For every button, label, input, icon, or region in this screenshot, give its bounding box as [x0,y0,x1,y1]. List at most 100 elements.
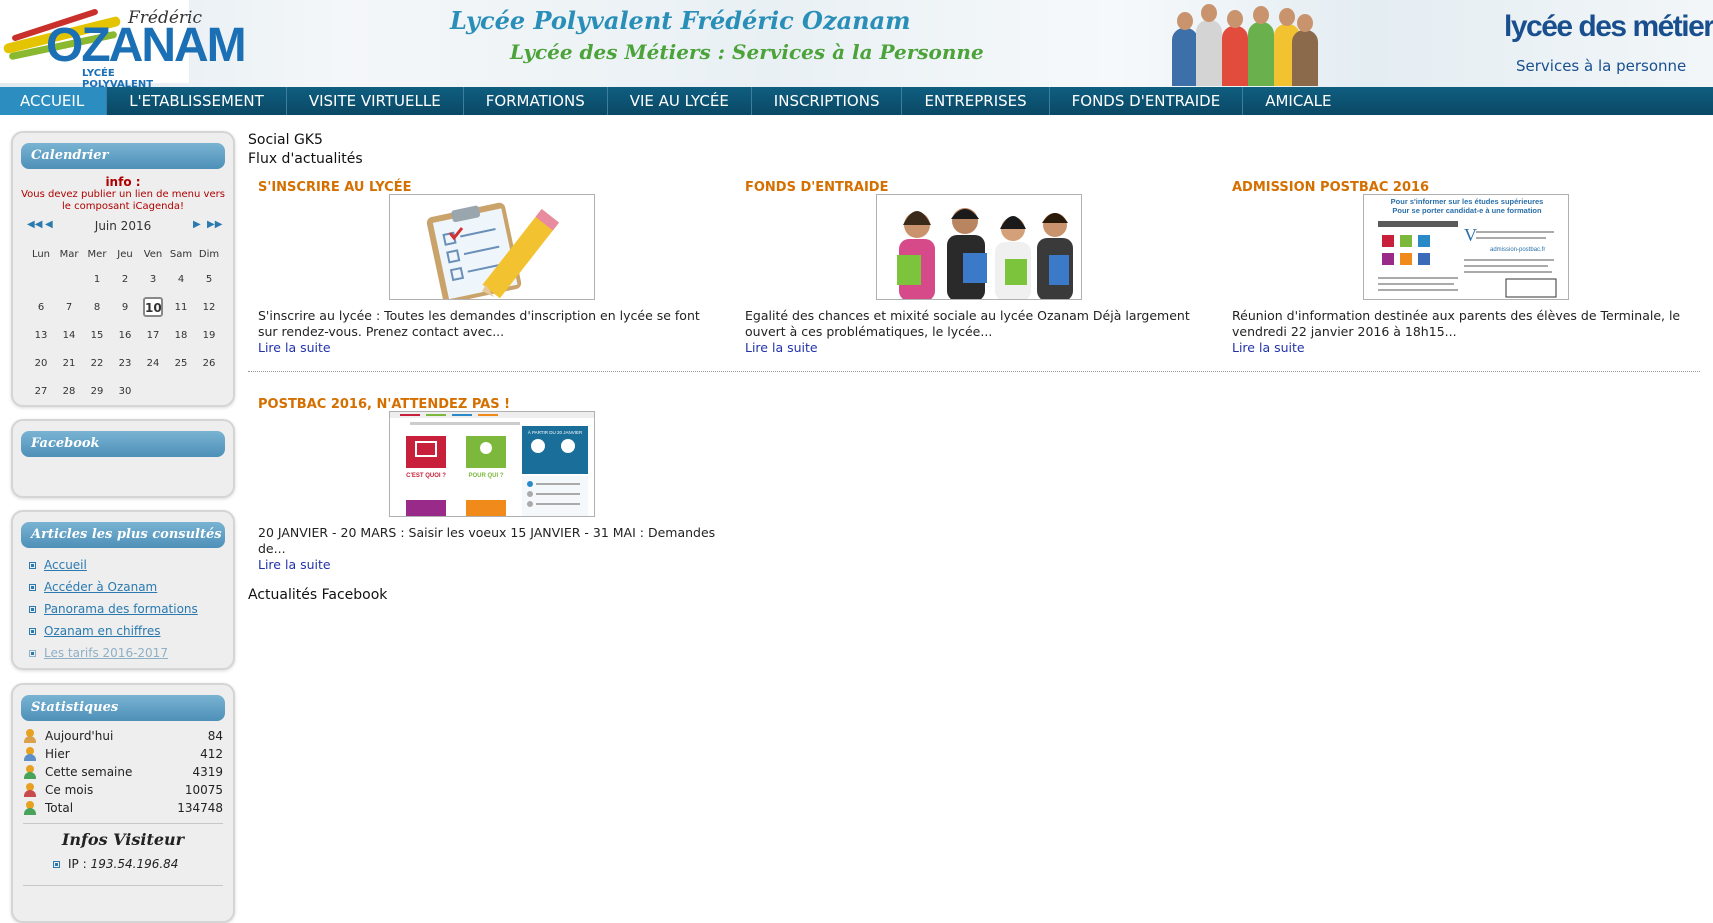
calendar-day[interactable]: 1 [83,265,111,293]
calendar-day[interactable]: 20 [27,349,55,377]
calendar-week: 13 14 15 16 17 18 19 [27,321,223,349]
lycee-des-metiers-logo[interactable]: lycée des métiers Services à la personne [1500,10,1713,80]
stat-row: Total 134748 [23,799,223,817]
next-year-icon[interactable]: ▶▶ [207,219,222,230]
read-more-link[interactable]: Lire la suite [745,340,818,355]
thumb-tile2: POUR QUI ? [468,473,503,479]
nav-item-vie-au-lycee[interactable]: VIE AU LYCÉE [608,87,752,115]
news-divider [248,371,1700,372]
article-link-acceder[interactable]: Accéder à Ozanam [44,580,157,594]
news-item: FONDS D'ENTRAIDE Egalité des chances et … [745,180,1215,355]
list-item: Panorama des formations [29,598,233,620]
calendar-day[interactable]: 15 [83,321,111,349]
calendar-day[interactable]: 22 [83,349,111,377]
calendar-nav: ◀◀ ◀ Juin 2016 ▶ ▶▶ [13,217,233,237]
calendar-info-text: Vous devez publier un lien de menu vers … [21,189,225,212]
calendar-week: 12345 [27,265,223,293]
visitor-info-title: Infos Visiteur [61,830,185,849]
calendar-day[interactable]: 7 [55,293,83,321]
calendar-day[interactable]: 28 [55,377,83,405]
calendar-day[interactable]: 5 [195,265,223,293]
nav-item-formations[interactable]: FORMATIONS [464,87,608,115]
ozanam-logo[interactable]: Frédéric OZANAM LYCÉE POLYVALENT [0,0,247,87]
stat-rows: Aujourd'hui 84 Hier 412 Cette semaine 4319 Ce … [13,727,233,817]
calendar-day[interactable]: 17 [139,321,167,349]
calendar-day[interactable]: 4 [167,265,195,293]
weekday-header: Jeu [117,248,133,260]
stat-row: Ce mois 10075 [23,781,223,799]
calendar-day[interactable]: 18 [167,321,195,349]
list-item: Les tarifs 2016-2017 [29,642,233,664]
calendar-day[interactable]: 26 [195,349,223,377]
list-item: Ozanam en chiffres [29,620,233,642]
calendar-day[interactable]: 27 [27,377,55,405]
stat-row: Aujourd'hui 84 [23,727,223,745]
weekday-header: Mar [59,248,79,260]
bullet-icon [29,583,36,591]
ip-value: 193.54.196.84 [90,857,179,871]
calendar-title: Calendrier [21,143,225,169]
calendar-day[interactable]: 21 [55,349,83,377]
read-more-link[interactable]: Lire la suite [1232,340,1305,355]
thumb-tile1: C'EST QUOI ? [406,473,446,479]
read-more-link[interactable]: Lire la suite [258,557,331,572]
weekday-header: Lun [31,248,51,260]
calendar-week: 6 7 8 9 10 11 12 [27,293,223,321]
article-link-accueil[interactable]: Accueil [44,558,87,572]
next-month-icon[interactable]: ▶ [193,219,201,230]
stat-label: Aujourd'hui [45,729,114,743]
calendar-week: 20 21 22 23 24 25 26 [27,349,223,377]
article-link-tarifs[interactable]: Les tarifs 2016-2017 [44,646,168,660]
calendar-day[interactable]: 19 [195,321,223,349]
news-thumbnail[interactable]: Pour s'informer sur les études supérieur… [1363,194,1569,300]
nav-item-visite-virtuelle[interactable]: VISITE VIRTUELLE [287,87,464,115]
nav-item-accueil[interactable]: ACCUEIL [0,87,108,115]
nav-item-fonds-entraide[interactable]: FONDS D'ENTRAIDE [1050,87,1244,115]
news-excerpt: 20 JANVIER - 20 MARS : Saisir les voeux … [258,525,716,556]
calendar-day[interactable]: 14 [55,321,83,349]
read-more-link[interactable]: Lire la suite [258,340,331,355]
calendar-day[interactable]: 23 [111,349,139,377]
thumb-line2: Pour se porter candidat-e à une formatio… [1392,206,1542,215]
calendar-day[interactable]: 30 [111,377,139,405]
article-link-panorama[interactable]: Panorama des formations [44,602,198,616]
facebook-news-heading: Actualités Facebook [248,587,388,603]
calendar-day[interactable]: 12 [195,293,223,321]
calendar-day[interactable]: 11 [167,293,195,321]
bullet-icon [29,627,36,635]
calendar-grid: Lun Mar Mer Jeu Ven Sam Dim 1 2 3 4 5 6 7 8 9 10 11 12 13 1… [27,243,223,405]
article-link-chiffres[interactable]: Ozanam en chiffres [44,624,160,638]
svg-text:V: V [1464,225,1477,245]
calendar-day[interactable]: 2 [111,265,139,293]
calendar-day[interactable]: 6 [27,293,55,321]
nav-item-amicale[interactable]: AMICALE [1243,87,1353,115]
calendar-empty-cell [139,377,167,405]
user-icon [23,783,37,797]
calendar-today[interactable]: 10 [143,297,163,317]
nav-item-etablissement[interactable]: L'ETABLISSEMENT [107,87,287,115]
calendar-day[interactable]: 10 [139,293,167,321]
calendar-info-title: info : [105,175,141,189]
calendar-day[interactable]: 16 [111,321,139,349]
calendar-empty-cell [167,377,195,405]
news-excerpt: S'inscrire au lycée : Toutes les demande… [258,308,700,339]
calendar-day[interactable]: 8 [83,293,111,321]
nav-item-entreprises[interactable]: ENTREPRISES [902,87,1050,115]
user-icon [23,765,37,779]
calendar-module: Calendrier info : Vous devez publier un … [11,131,235,407]
calendar-empty-cell [27,265,55,293]
news-thumbnail[interactable] [876,194,1082,300]
popular-articles-module: Articles les plus consultés Accueil Accé… [11,510,235,670]
nav-item-inscriptions[interactable]: INSCRIPTIONS [752,87,903,115]
calendar-day[interactable]: 3 [139,265,167,293]
stat-value: 10075 [184,783,223,797]
news-thumbnail[interactable]: C'EST QUOI ? POUR QUI ? À PARTIR DU 20 J… [389,411,595,517]
logo-ozanam: OZANAM [46,19,247,72]
calendar-day[interactable]: 25 [167,349,195,377]
calendar-day[interactable]: 29 [83,377,111,405]
calendar-day[interactable]: 24 [139,349,167,377]
calendar-day[interactable]: 9 [111,293,139,321]
stat-label: Hier [45,747,70,761]
news-thumbnail[interactable] [389,194,595,300]
calendar-day[interactable]: 13 [27,321,55,349]
